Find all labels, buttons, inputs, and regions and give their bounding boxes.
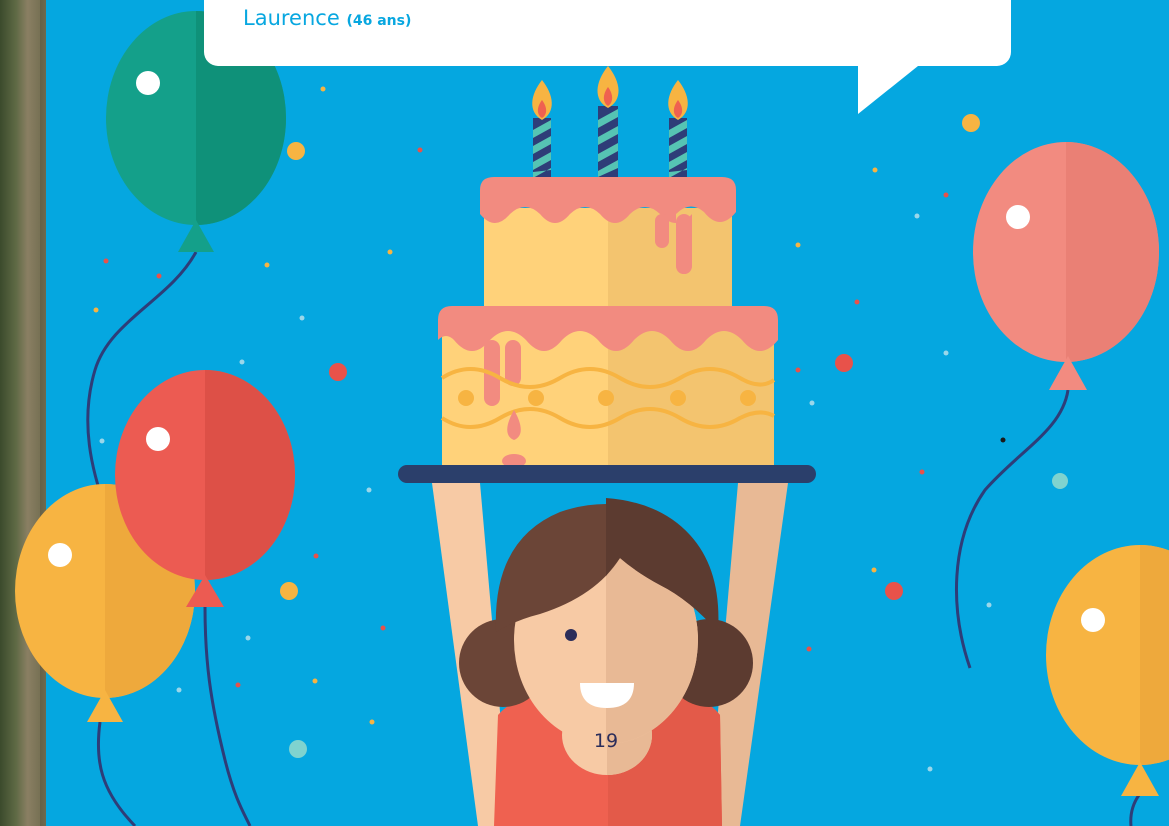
birthday-cake-icon [398,177,816,483]
speaker-name: Laurence (46 ans) [243,6,411,30]
speech-bubble-tail [858,66,918,114]
speaker-age: (46 ans) [346,13,412,29]
birthday-illustration [15,11,1169,826]
candle-icon [532,80,552,180]
balloon-icon [973,142,1159,390]
balloon-icon [1046,545,1169,796]
page-number: 19 [593,730,619,752]
candle-icon [668,80,688,180]
candle-icon [597,66,619,180]
girl-illustration [432,483,788,826]
book-page: Laurence (46 ans) 19 [0,0,1169,826]
speaker-first-name: Laurence [243,6,340,30]
